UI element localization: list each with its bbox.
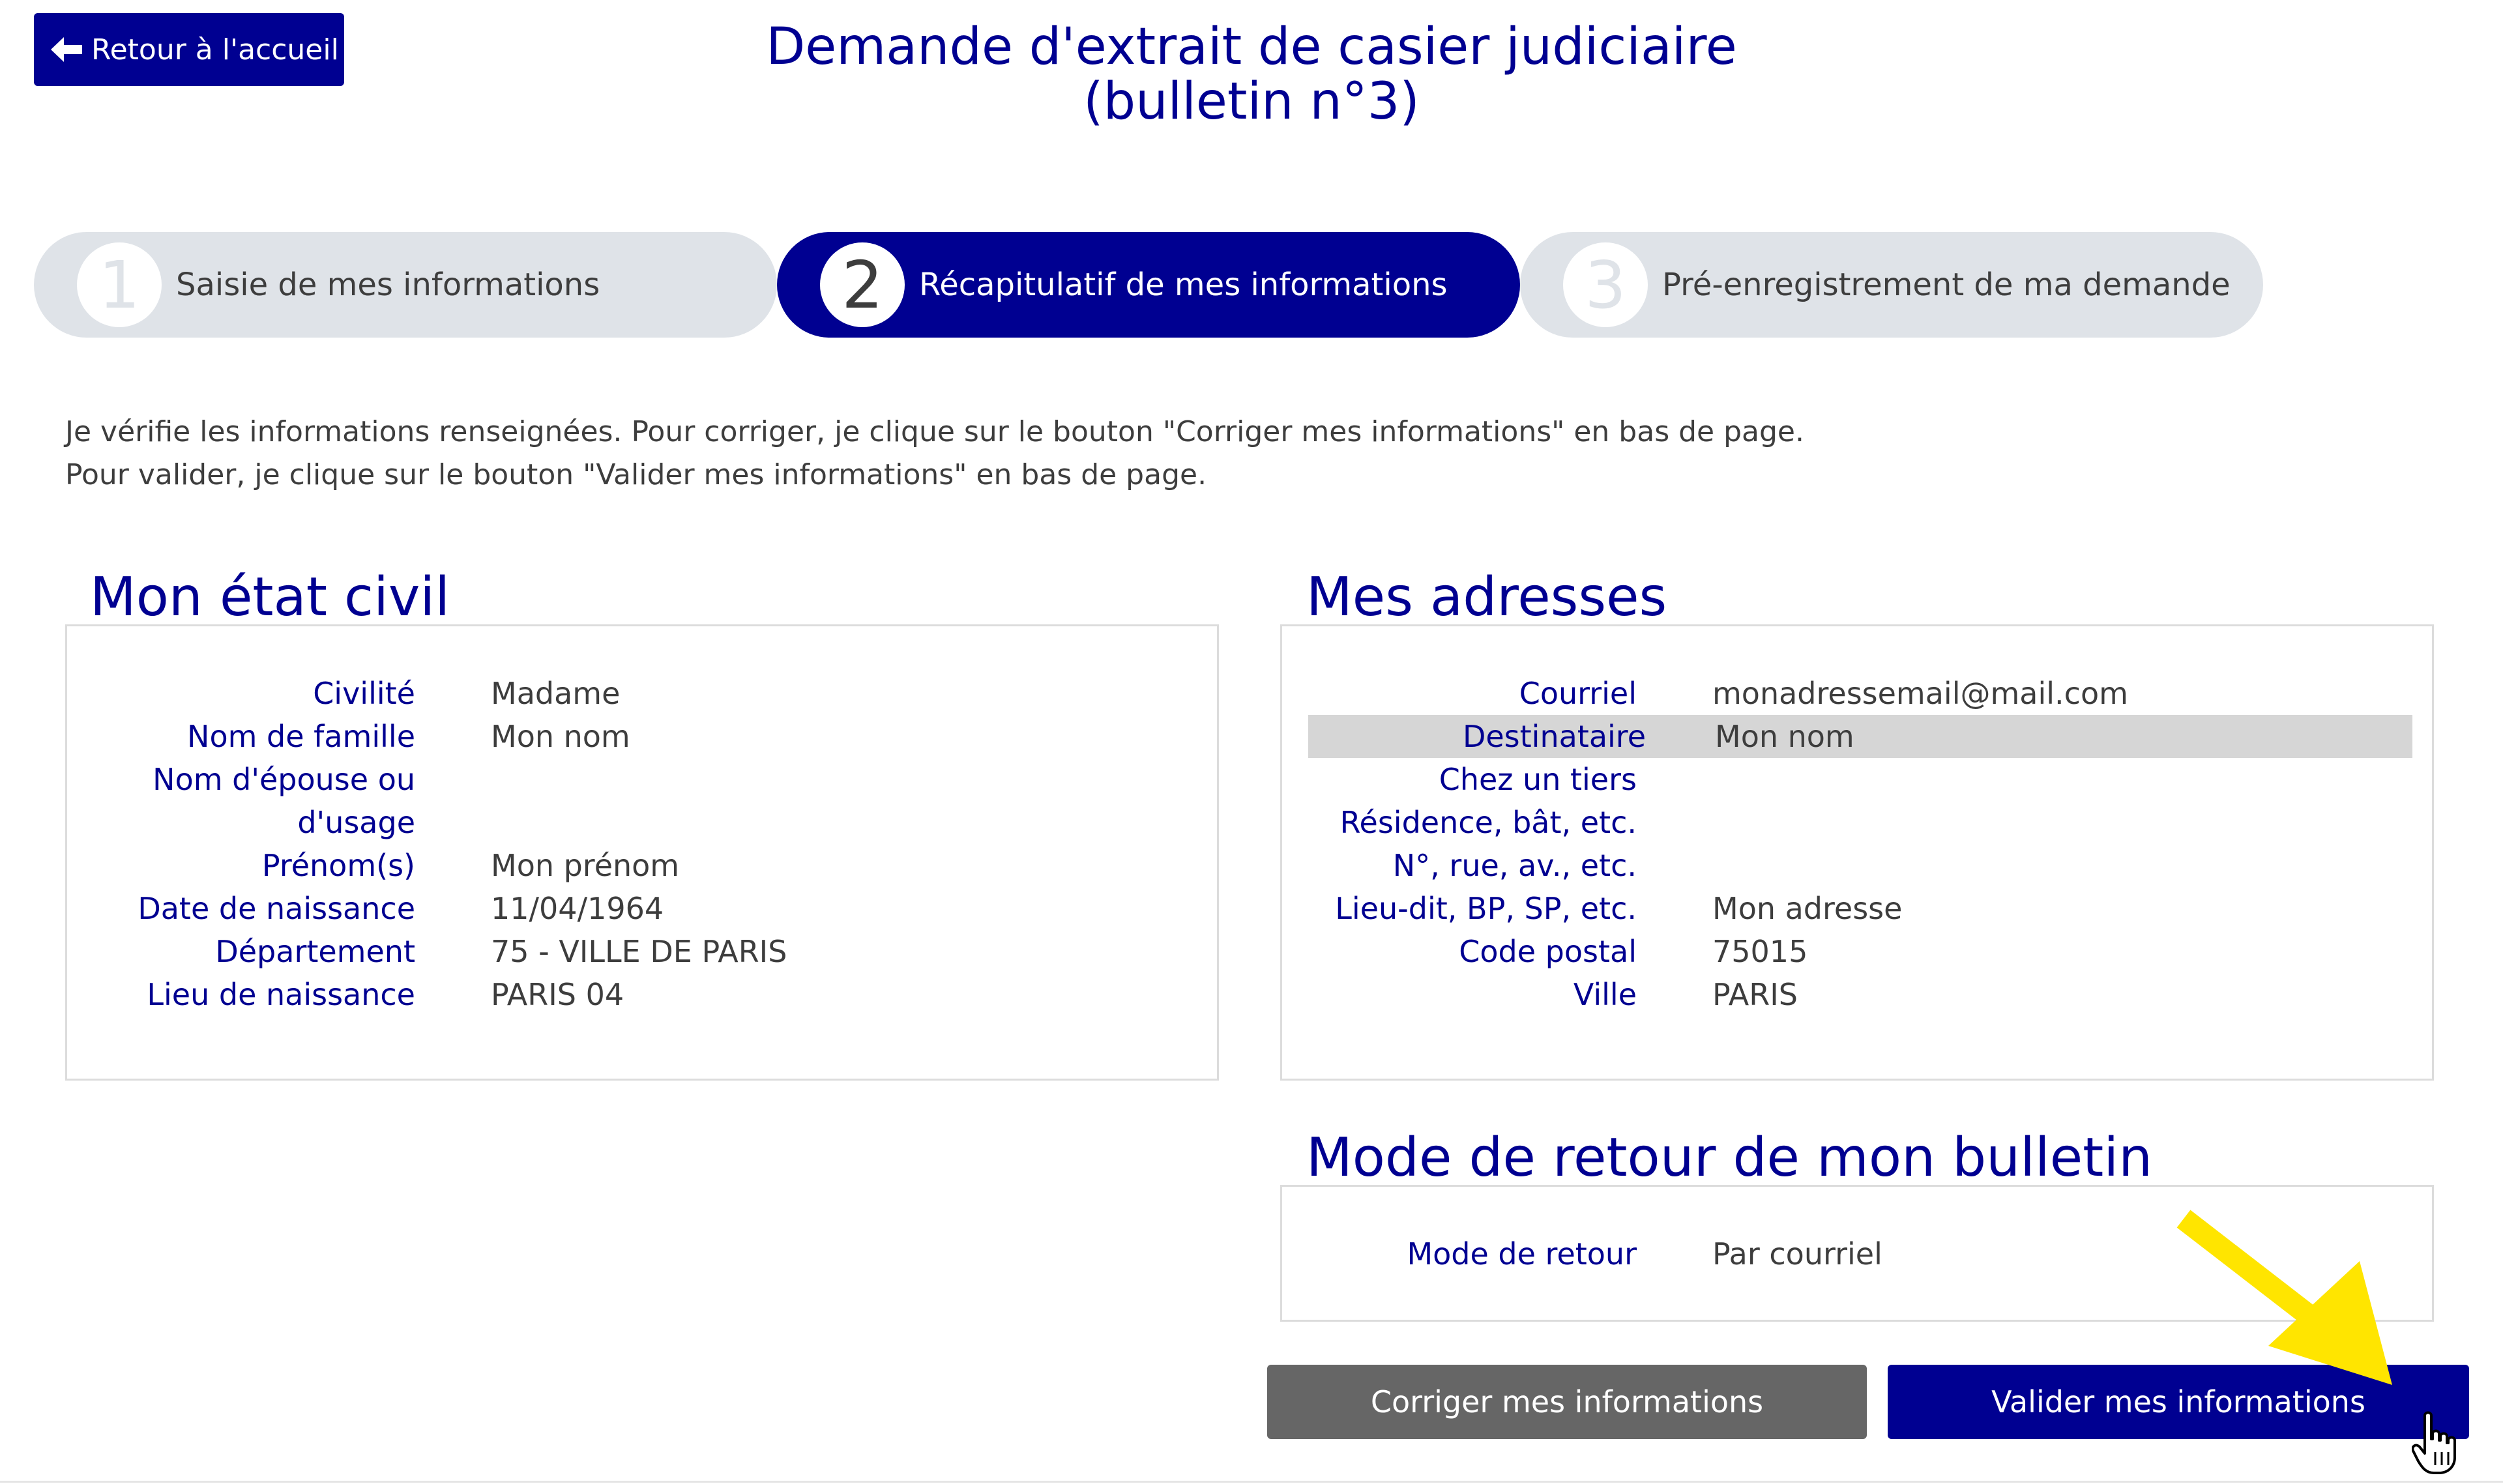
etat-civil-row: Département 75 - VILLE DE PARIS [67, 930, 1217, 973]
prenoms-label: Prénom(s) [261, 848, 415, 883]
correct-info-button[interactable]: Corriger mes informations [1267, 1365, 1867, 1439]
adresses-row: Résidence, bât, etc. [1308, 801, 2412, 844]
ville-label: Ville [1573, 977, 1637, 1012]
departement-value: 75 - VILLE DE PARIS [491, 934, 787, 969]
back-to-home-button[interactable]: Retour à l'accueil [34, 13, 344, 86]
instructions-text: Je vérifie les informations renseignées.… [65, 411, 2021, 497]
lieu-naissance-value: PARIS 04 [491, 977, 624, 1012]
mode-retour-title: Mode de retour de mon bulletin [1306, 1127, 2153, 1189]
residence-label: Résidence, bât, etc. [1339, 805, 1637, 840]
step-2-label: Récapitulatif de mes informations [919, 267, 1448, 303]
arrow-left-icon [51, 37, 82, 62]
page-title-line-2: (bulletin n°3) [1083, 72, 1420, 131]
mode-retour-label: Mode de retour [1407, 1236, 1637, 1272]
annotation-arrow-icon [2176, 1210, 2392, 1385]
courriel-label: Courriel [1519, 676, 1637, 711]
step-1-number: 1 [77, 242, 162, 327]
lieu-naissance-label: Lieu de naissance [147, 977, 415, 1012]
etat-civil-row: d'usage [67, 801, 1217, 844]
hand-cursor-icon [2412, 1411, 2456, 1474]
step-3-label: Pré-enregistrement de ma demande [1662, 267, 2231, 303]
rue-label: N°, rue, av., etc. [1392, 848, 1637, 883]
civilite-value: Madame [491, 676, 621, 711]
adresses-box: Courriel monadressemail@mail.com Destina… [1280, 624, 2434, 1081]
prenoms-value: Mon prénom [491, 848, 680, 883]
destinataire-value: Mon nom [1715, 719, 1854, 754]
date-naissance-value: 11/04/1964 [491, 891, 664, 926]
correct-info-button-label: Corriger mes informations [1370, 1384, 1764, 1419]
nom-epouse-label-line-1: Nom d'épouse ou [153, 762, 415, 797]
step-2-number: 2 [820, 242, 905, 327]
adresses-title: Mes adresses [1306, 566, 1667, 628]
destinataire-label: Destinataire [1462, 719, 1646, 754]
step-3-number: 3 [1563, 242, 1648, 327]
nom-famille-value: Mon nom [491, 719, 630, 754]
step-1: 1 Saisie de mes informations [34, 232, 777, 338]
instructions-line-2: Pour valider, je clique sur le bouton "V… [65, 458, 1207, 491]
nom-epouse-label-line-2: d'usage [297, 805, 415, 840]
etat-civil-box: Civilité Madame Nom de famille Mon nom N… [65, 624, 1219, 1081]
etat-civil-title: Mon état civil [90, 566, 450, 628]
nom-famille-label: Nom de famille [187, 719, 415, 754]
etat-civil-row: Nom de famille Mon nom [67, 715, 1217, 758]
code-postal-value: 75015 [1712, 934, 1808, 969]
etat-civil-row: Civilité Madame [67, 672, 1217, 715]
adresses-row: Chez un tiers [1308, 758, 2412, 801]
step-3: 3 Pré-enregistrement de ma demande [1520, 232, 2263, 338]
code-postal-label: Code postal [1459, 934, 1637, 969]
lieu-dit-value: Mon adresse [1712, 891, 1903, 926]
civilite-label: Civilité [313, 676, 415, 711]
step-2-current: 2 Récapitulatif de mes informations [777, 232, 1520, 338]
bottom-divider [0, 1481, 2503, 1483]
etat-civil-row: Prénom(s) Mon prénom [67, 844, 1217, 887]
courriel-value: monadressemail@mail.com [1712, 676, 2128, 711]
adresses-row: Courriel monadressemail@mail.com [1308, 672, 2412, 715]
departement-label: Département [215, 934, 415, 969]
chez-tiers-label: Chez un tiers [1439, 762, 1637, 797]
adresses-row: N°, rue, av., etc. [1308, 844, 2412, 887]
page-title: Demande d'extrait de casier judiciaire (… [574, 20, 1929, 129]
mode-retour-value: Par courriel [1712, 1236, 1882, 1272]
instructions-line-1: Je vérifie les informations renseignées.… [65, 415, 1804, 448]
etat-civil-row: Nom d'épouse ou [67, 758, 1217, 801]
adresses-row: Lieu-dit, BP, SP, etc. Mon adresse [1308, 887, 2412, 930]
lieu-dit-label: Lieu-dit, BP, SP, etc. [1335, 891, 1637, 926]
step-1-label: Saisie de mes informations [176, 267, 600, 303]
adresses-row: Ville PARIS [1308, 973, 2412, 1016]
back-button-label: Retour à l'accueil [91, 33, 339, 66]
adresses-row-highlighted: Destinataire Mon nom [1308, 715, 2412, 758]
date-naissance-label: Date de naissance [138, 891, 415, 926]
etat-civil-row: Lieu de naissance PARIS 04 [67, 973, 1217, 1016]
etat-civil-row: Date de naissance 11/04/1964 [67, 887, 1217, 930]
page-title-line-1: Demande d'extrait de casier judiciaire [766, 18, 1737, 76]
ville-value: PARIS [1712, 977, 1798, 1012]
adresses-row: Code postal 75015 [1308, 930, 2412, 973]
